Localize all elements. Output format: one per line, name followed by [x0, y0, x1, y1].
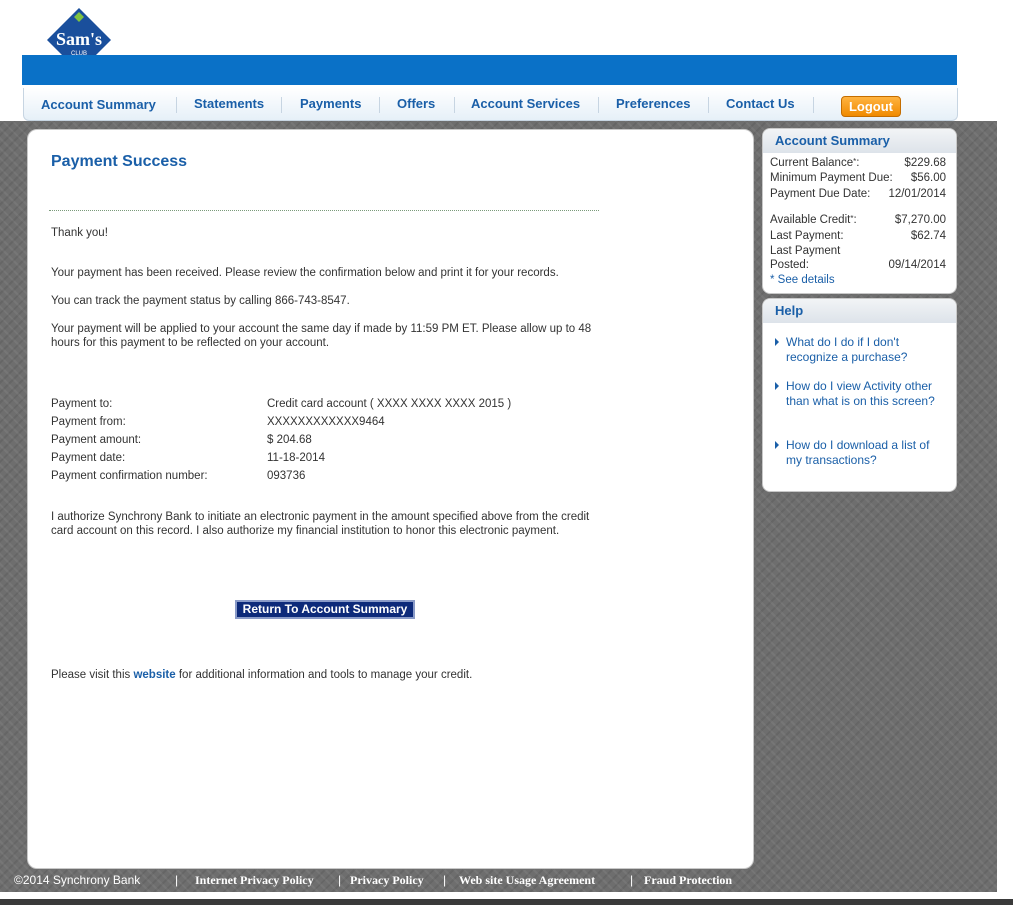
nav-separator	[813, 97, 814, 113]
current-balance-label: Current Balance	[770, 157, 854, 169]
footer: ©2014 Synchrony Bank | Internet Privacy …	[0, 873, 1000, 891]
last-posted-row: Posted: 09/14/2014	[770, 259, 946, 271]
detail-value: Credit card account ( XXXX XXXX XXXX 201…	[267, 398, 512, 410]
last-posted-label: Posted:	[770, 259, 809, 271]
detail-label: Payment to:	[51, 398, 113, 410]
detail-label: Payment confirmation number:	[51, 470, 208, 482]
see-details-link[interactable]: * See details	[770, 274, 946, 286]
min-payment-row: Minimum Payment Due: $56.00	[770, 172, 946, 184]
nav-account-summary[interactable]: Account Summary	[41, 97, 156, 112]
help-link-text[interactable]: How do I download a list of my transacti…	[786, 438, 944, 468]
footer-separator: |	[175, 873, 179, 887]
bottom-line	[0, 899, 1013, 905]
detail-label: Payment date:	[51, 452, 126, 464]
due-date-value: 12/01/2014	[888, 188, 946, 200]
help-link[interactable]: What do I do if I don't recognize a purc…	[775, 335, 944, 365]
nav-separator	[598, 97, 599, 113]
nav-payments[interactable]: Payments	[300, 96, 361, 111]
nav-separator	[379, 97, 380, 113]
payment-success-panel: Payment Success Thank you! Your payment …	[27, 129, 754, 869]
logo-text: Sam's	[56, 29, 102, 49]
main-nav: Account Summary Statements Payments Offe…	[23, 88, 958, 121]
arrow-right-icon	[775, 338, 779, 346]
nav-separator	[281, 97, 282, 113]
due-date-label: Payment Due Date:	[770, 188, 871, 200]
account-summary-panel: Account Summary Current Balance*: $229.6…	[762, 128, 957, 294]
last-posted-label: Last Payment	[770, 245, 841, 257]
page-title: Payment Success	[51, 153, 188, 170]
last-posted-row: Last Payment	[770, 245, 946, 257]
account-summary-title: Account Summary	[763, 129, 956, 153]
thank-you-text: Thank you!	[51, 227, 108, 239]
last-payment-value: $62.74	[910, 230, 946, 242]
help-link[interactable]: How do I download a list of my transacti…	[775, 438, 944, 468]
arrow-right-icon	[775, 382, 779, 390]
footer-separator: |	[630, 873, 634, 887]
received-text: Your payment has been received. Please r…	[51, 267, 559, 279]
authorize-text: I authorize Synchrony Bank to initiate a…	[51, 511, 590, 537]
nav-separator	[454, 97, 455, 113]
nav-separator	[176, 97, 177, 113]
footer-separator: |	[338, 873, 342, 887]
help-title: Help	[763, 299, 956, 323]
available-credit-label: Available Credit	[770, 214, 851, 226]
detail-value: $ 204.68	[267, 434, 312, 446]
visit-prefix: Please visit this	[51, 669, 131, 681]
nav-offers[interactable]: Offers	[397, 96, 435, 111]
detail-value: XXXXXXXXXXXX9464	[267, 416, 385, 428]
nav-account-services[interactable]: Account Services	[471, 96, 580, 111]
nav-statements[interactable]: Statements	[194, 96, 264, 111]
detail-label: Payment amount:	[51, 434, 142, 446]
help-link-text[interactable]: How do I view Activity other than what i…	[786, 379, 944, 409]
return-to-account-summary-button[interactable]: Return To Account Summary	[235, 600, 415, 619]
detail-value: 093736	[267, 470, 306, 482]
last-payment-row: Last Payment: $62.74	[770, 230, 946, 242]
min-payment-value: $56.00	[910, 172, 946, 184]
due-date-row: Payment Due Date: 12/01/2014	[770, 188, 946, 200]
available-credit-value: $7,270.00	[894, 214, 946, 226]
arrow-right-icon	[775, 441, 779, 449]
footer-link-privacy-policy[interactable]: Privacy Policy	[350, 873, 424, 888]
header-bar	[22, 55, 957, 85]
available-credit-row: Available Credit*: $7,270.00	[770, 214, 946, 226]
help-panel: Help What do I do if I don't recognize a…	[762, 298, 957, 492]
detail-value: 11-18-2014	[267, 452, 325, 464]
footer-link-internet-privacy[interactable]: Internet Privacy Policy	[195, 873, 314, 888]
footer-separator: |	[443, 873, 447, 887]
current-balance-value: $229.68	[904, 157, 946, 169]
footer-link-usage-agreement[interactable]: Web site Usage Agreement	[459, 873, 595, 888]
website-link[interactable]: website	[133, 669, 175, 681]
nav-contact-us[interactable]: Contact Us	[726, 96, 795, 111]
current-balance-row: Current Balance*: $229.68	[770, 157, 946, 169]
last-payment-label: Last Payment:	[770, 230, 844, 242]
applied-text: Your payment will be applied to your acc…	[51, 323, 592, 349]
nav-separator	[708, 97, 709, 113]
logout-button[interactable]: Logout	[841, 96, 901, 117]
last-posted-value: 09/14/2014	[888, 259, 946, 271]
divider	[49, 210, 599, 211]
track-text: You can track the payment status by call…	[51, 295, 350, 307]
nav-preferences[interactable]: Preferences	[616, 96, 690, 111]
detail-label: Payment from:	[51, 416, 126, 428]
visit-text: Please visit this website for additional…	[51, 668, 651, 682]
visit-suffix: for additional information and tools to …	[178, 669, 473, 681]
help-link-text[interactable]: What do I do if I don't recognize a purc…	[786, 335, 944, 365]
footer-link-fraud-protection[interactable]: Fraud Protection	[644, 873, 732, 888]
copyright: ©2014 Synchrony Bank	[14, 873, 141, 887]
help-link[interactable]: How do I view Activity other than what i…	[775, 379, 944, 409]
min-payment-label: Minimum Payment Due:	[770, 172, 893, 184]
